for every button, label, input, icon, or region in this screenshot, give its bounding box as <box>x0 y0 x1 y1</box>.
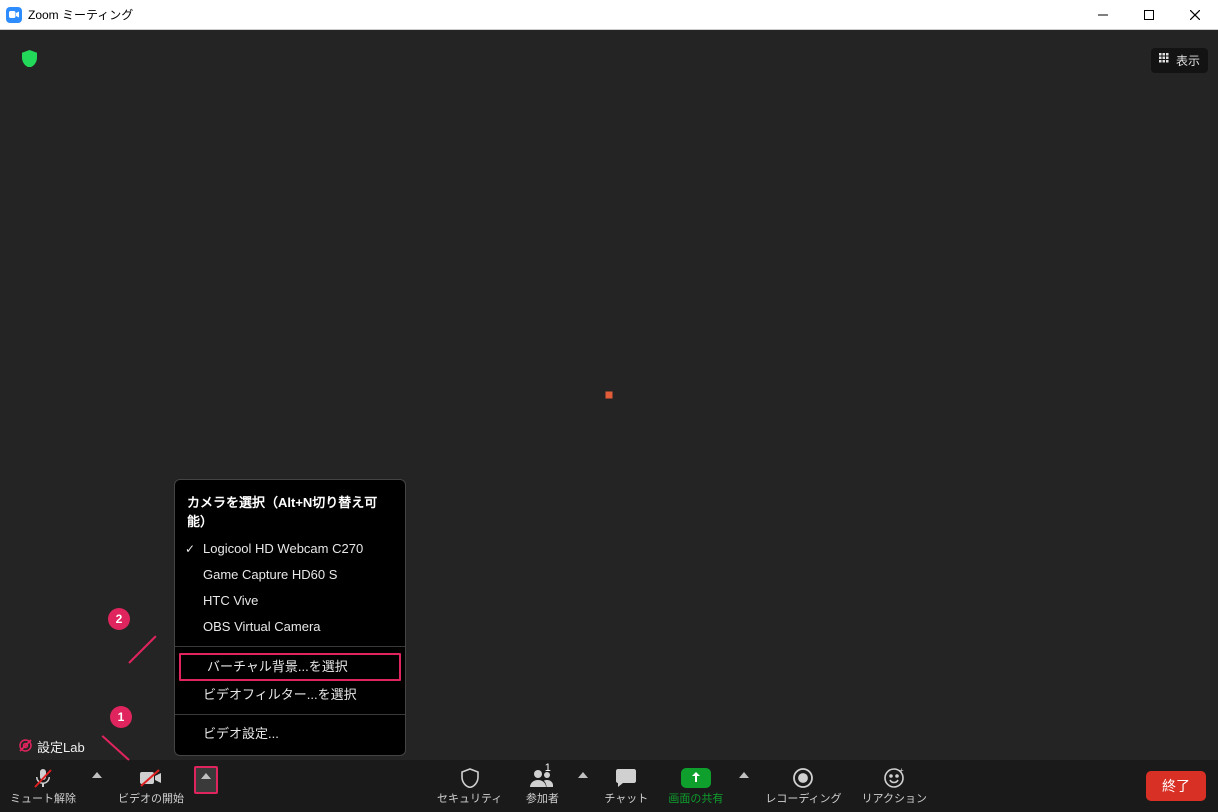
window-titlebar: Zoom ミーティング <box>0 0 1218 30</box>
chat-icon <box>616 767 636 789</box>
reactions-icon: + <box>884 767 904 789</box>
share-screen-button[interactable]: 画面の共有 <box>658 760 733 812</box>
reactions-button[interactable]: + リアクション <box>852 760 937 812</box>
start-video-button[interactable]: ビデオの開始 <box>108 760 194 812</box>
video-settings-option[interactable]: ビデオ設定... <box>175 721 405 747</box>
chat-button[interactable]: チャット <box>594 760 658 812</box>
zoom-app-icon <box>6 7 22 23</box>
end-meeting-button[interactable]: 終了 <box>1146 771 1206 801</box>
security-label: セキュリティ <box>437 790 502 806</box>
view-button[interactable]: 表示 <box>1151 48 1208 73</box>
audio-options-chevron[interactable] <box>86 760 108 812</box>
camera-off-icon <box>139 767 163 789</box>
participants-button[interactable]: 1 参加者 <box>512 760 572 812</box>
mute-label: ミュート解除 <box>10 790 76 806</box>
annotation-line <box>102 735 130 761</box>
participants-count: 1 <box>545 762 551 774</box>
gear-slash-icon <box>18 738 33 756</box>
settings-lab-button[interactable]: 設定Lab <box>18 737 85 756</box>
participants-chevron[interactable] <box>572 760 594 812</box>
annotation-marker: 2 <box>108 608 130 630</box>
meeting-toolbar: ミュート解除 ビデオの開始 セキュリティ 1 参加者 チャット <box>0 760 1218 812</box>
record-label: レコーディング <box>765 790 841 806</box>
mute-button[interactable]: ミュート解除 <box>0 760 86 812</box>
video-area: 表示 設定Lab カメラを選択（Alt+N切り替え可能） Logicool HD… <box>0 30 1218 760</box>
minimize-button[interactable] <box>1080 0 1126 30</box>
video-filter-option[interactable]: ビデオフィルター...を選択 <box>175 682 405 708</box>
participants-label: 参加者 <box>526 790 559 806</box>
record-button[interactable]: レコーディング <box>755 760 851 812</box>
camera-option[interactable]: Logicool HD Webcam C270 <box>175 536 405 562</box>
shield-icon <box>461 767 479 789</box>
video-options-popup: カメラを選択（Alt+N切り替え可能） Logicool HD Webcam C… <box>174 479 406 756</box>
share-chevron[interactable] <box>733 760 755 812</box>
maximize-button[interactable] <box>1126 0 1172 30</box>
camera-option[interactable]: OBS Virtual Camera <box>175 614 405 640</box>
center-indicator <box>606 392 613 399</box>
menu-separator <box>175 646 405 647</box>
encryption-shield-icon[interactable] <box>22 50 37 72</box>
security-button[interactable]: セキュリティ <box>427 760 512 812</box>
annotation-line <box>128 635 156 663</box>
close-button[interactable] <box>1172 0 1218 30</box>
camera-section-title: カメラを選択（Alt+N切り替え可能） <box>175 488 405 536</box>
grid-icon <box>1159 53 1171 68</box>
menu-separator <box>175 714 405 715</box>
view-button-label: 表示 <box>1176 52 1200 69</box>
svg-text:+: + <box>899 768 904 775</box>
window-title: Zoom ミーティング <box>28 6 1080 23</box>
chat-label: チャット <box>604 790 648 806</box>
reactions-label: リアクション <box>862 790 927 806</box>
video-label: ビデオの開始 <box>118 790 184 806</box>
camera-option[interactable]: Game Capture HD60 S <box>175 562 405 588</box>
share-label: 画面の共有 <box>668 790 723 806</box>
microphone-muted-icon <box>32 767 54 789</box>
annotation-marker: 1 <box>110 706 132 728</box>
camera-option[interactable]: HTC Vive <box>175 588 405 614</box>
virtual-background-option[interactable]: バーチャル背景...を選択 <box>179 653 401 681</box>
record-icon <box>793 767 813 789</box>
settings-lab-label: 設定Lab <box>37 737 85 756</box>
share-screen-icon <box>681 767 711 789</box>
video-options-chevron[interactable] <box>194 766 218 794</box>
